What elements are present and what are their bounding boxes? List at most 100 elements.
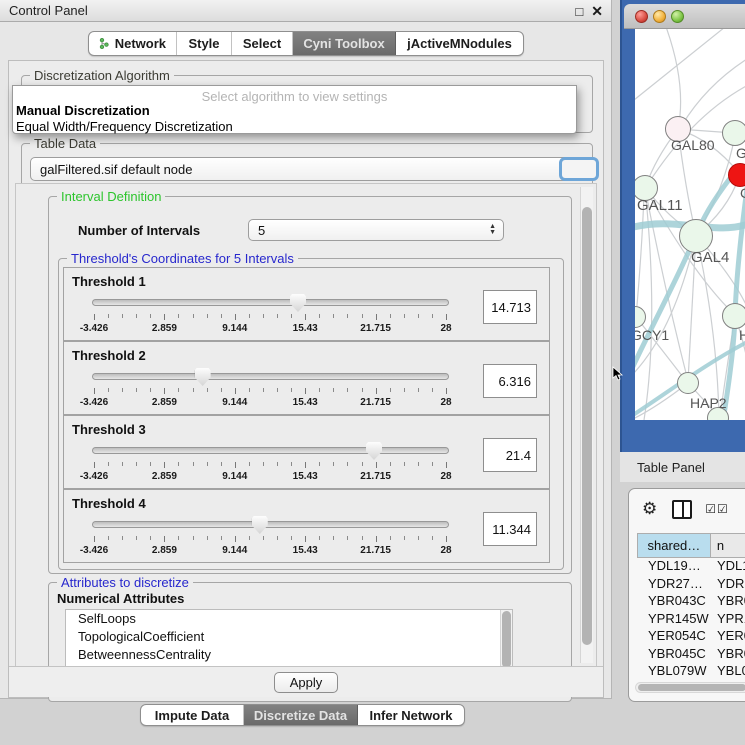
table-row[interactable]: YDL19… YDL1 xyxy=(637,558,745,576)
node-selected-red[interactable] xyxy=(728,163,745,187)
apply-button[interactable]: Apply xyxy=(274,672,338,693)
threshold-2-value[interactable]: 6.316 xyxy=(483,364,537,398)
threshold-2-panel: Threshold 2 -3.4262.8599.14415.4321.7152… xyxy=(63,341,550,415)
node-label: GAL4 xyxy=(691,249,729,266)
column-header-name[interactable]: n xyxy=(711,534,745,557)
table-horizontal-scrollbar[interactable] xyxy=(635,682,745,693)
threshold-1-label: Threshold 1 xyxy=(72,274,146,289)
close-traffic-light-icon[interactable] xyxy=(635,10,648,23)
algorithm-combo[interactable] xyxy=(559,157,599,181)
tab-network-label: Network xyxy=(115,36,166,51)
threshold-3-slider[interactable] xyxy=(92,442,449,460)
tab-infer-network[interactable]: Infer Network xyxy=(358,705,464,725)
tab-impute-data[interactable]: Impute Data xyxy=(141,705,244,725)
columns-icon[interactable] xyxy=(672,500,692,519)
network-icon xyxy=(99,36,109,51)
popup-option-manual-discretization[interactable]: Manual Discretization xyxy=(16,103,150,118)
table-panel: ⚙ ☑☑ shared… n YDL19… YDL1 YDR27… YDR2 Y… xyxy=(628,488,745,702)
tick-label: 2.859 xyxy=(152,323,177,334)
tab-jactivemnodules[interactable]: jActiveMNodules xyxy=(396,32,523,55)
list-scrollbar[interactable] xyxy=(500,610,512,669)
list-item[interactable]: TopologicalCoefficient xyxy=(66,628,512,646)
number-of-intervals-label: Number of Intervals xyxy=(78,223,200,238)
tick-label: 15.43 xyxy=(293,471,318,482)
attributes-group-label: Attributes to discretize xyxy=(57,575,193,590)
node-h[interactable] xyxy=(722,303,745,329)
node-gal4[interactable] xyxy=(679,219,713,253)
table-panel-titlebar: Table Panel xyxy=(620,452,745,482)
node-top-right[interactable] xyxy=(722,120,745,146)
interval-definition-group: Interval Definition Number of Intervals … xyxy=(48,196,572,574)
list-item[interactable]: BetweennessCentrality xyxy=(66,646,512,664)
interval-definition-label: Interval Definition xyxy=(57,189,165,204)
threshold-1-value[interactable]: 14.713 xyxy=(483,290,537,324)
tab-cyni-toolbox[interactable]: Cyni Toolbox xyxy=(293,32,396,55)
threshold-3-value[interactable]: 21.4 xyxy=(483,438,537,472)
tick-label: 2.859 xyxy=(152,397,177,408)
tick-label: -3.426 xyxy=(80,397,108,408)
slider-thumb[interactable] xyxy=(195,368,211,386)
slider-thumb[interactable] xyxy=(290,294,306,312)
node-label: H xyxy=(739,327,745,343)
table-toolbar: ⚙ ☑☑ xyxy=(629,489,745,529)
minimize-traffic-light-icon[interactable] xyxy=(653,10,666,23)
tab-discretize-data[interactable]: Discretize Data xyxy=(244,705,358,725)
table-row[interactable]: YBL079W YBL0 xyxy=(637,663,745,681)
popup-hint: Select algorithm to view settings xyxy=(13,89,576,104)
cyni-mode-tab-bar: Impute Data Discretize Data Infer Networ… xyxy=(140,704,465,726)
table-row[interactable]: YER054C YER0 xyxy=(637,628,745,646)
tick-label: 21.715 xyxy=(360,471,391,482)
thresholds-group-label: Threshold's Coordinates for 5 Intervals xyxy=(67,251,298,266)
table-data-selected-value: galFiltered.sif default node xyxy=(40,162,192,177)
threshold-4-value[interactable]: 11.344 xyxy=(483,512,537,546)
zoom-traffic-light-icon[interactable] xyxy=(671,10,684,23)
number-of-intervals-combobox[interactable]: 5 ▲▼ xyxy=(248,219,504,241)
slider-scale: -3.4262.8599.14415.4321.71528 xyxy=(94,462,446,488)
threshold-4-slider[interactable] xyxy=(92,516,449,534)
select-checkboxes-icon[interactable]: ☑☑ xyxy=(705,502,729,516)
table-row[interactable]: YBR045C YBR0 xyxy=(637,646,745,664)
node-label: GAL80 xyxy=(671,137,715,153)
tick-label: 28 xyxy=(440,397,451,408)
table-header-row: shared… n xyxy=(637,533,745,558)
list-item[interactable]: SelfLoops xyxy=(66,610,512,628)
close-window-icon[interactable]: ✕ xyxy=(591,4,603,18)
slider-thumb[interactable] xyxy=(366,442,382,460)
tick-label: 15.43 xyxy=(293,545,318,556)
table-panel-title: Table Panel xyxy=(620,460,705,475)
panel-scrollbar[interactable] xyxy=(580,187,593,663)
numerical-attributes-list[interactable]: SelfLoops TopologicalCoefficient Between… xyxy=(65,609,513,669)
number-of-intervals-value: 5 xyxy=(258,223,265,238)
tab-select[interactable]: Select xyxy=(232,32,293,55)
column-header-shared-name[interactable]: shared… xyxy=(638,534,711,557)
tab-style[interactable]: Style xyxy=(177,32,232,55)
threshold-4-panel: Threshold 4 -3.4262.8599.14415.4321.7152… xyxy=(63,489,550,563)
threshold-1-slider[interactable] xyxy=(92,294,449,312)
tick-label: 2.859 xyxy=(152,545,177,556)
table-data-combobox[interactable]: galFiltered.sif default node ▲▼ xyxy=(30,157,586,181)
tick-label: 9.144 xyxy=(222,545,247,556)
tick-label: -3.426 xyxy=(80,323,108,334)
thresholds-group: Threshold's Coordinates for 5 Intervals … xyxy=(58,258,564,570)
slider-thumb[interactable] xyxy=(252,516,268,534)
node-hap2[interactable] xyxy=(677,372,699,394)
threshold-2-label: Threshold 2 xyxy=(72,348,146,363)
threshold-2-slider[interactable] xyxy=(92,368,449,386)
control-panel-window: Control Panel □ ✕ Network Style xyxy=(0,0,612,699)
algorithm-dropdown-popup: Select algorithm to view settings Manual… xyxy=(12,85,577,134)
table-row[interactable]: YPR145W YPR1 xyxy=(637,611,745,629)
table-row[interactable]: YIL052C YIL0 xyxy=(637,698,745,702)
table-row[interactable]: YDR27… YDR2 xyxy=(637,576,745,594)
popup-option-equal-width-frequency[interactable]: Equal Width/Frequency Discretization xyxy=(16,119,233,134)
numerical-attributes-label: Numerical Attributes xyxy=(57,591,184,606)
float-window-icon[interactable]: □ xyxy=(575,5,583,18)
node-label: GAL11 xyxy=(637,197,683,214)
tick-label: 15.43 xyxy=(293,323,318,334)
tick-label: 2.859 xyxy=(152,471,177,482)
screen: Control Panel □ ✕ Network Style xyxy=(0,0,745,745)
tab-network[interactable]: Network xyxy=(89,32,177,55)
table-row[interactable]: YBR043C YBR0 xyxy=(637,593,745,611)
node-table: shared… n YDL19… YDL1 YDR27… YDR2 YBR043… xyxy=(637,533,745,702)
network-canvas[interactable]: GAL80 GA C GAL11 GAL4 GCY1 H HAP2 xyxy=(635,29,745,420)
gear-icon[interactable]: ⚙ xyxy=(642,499,657,519)
